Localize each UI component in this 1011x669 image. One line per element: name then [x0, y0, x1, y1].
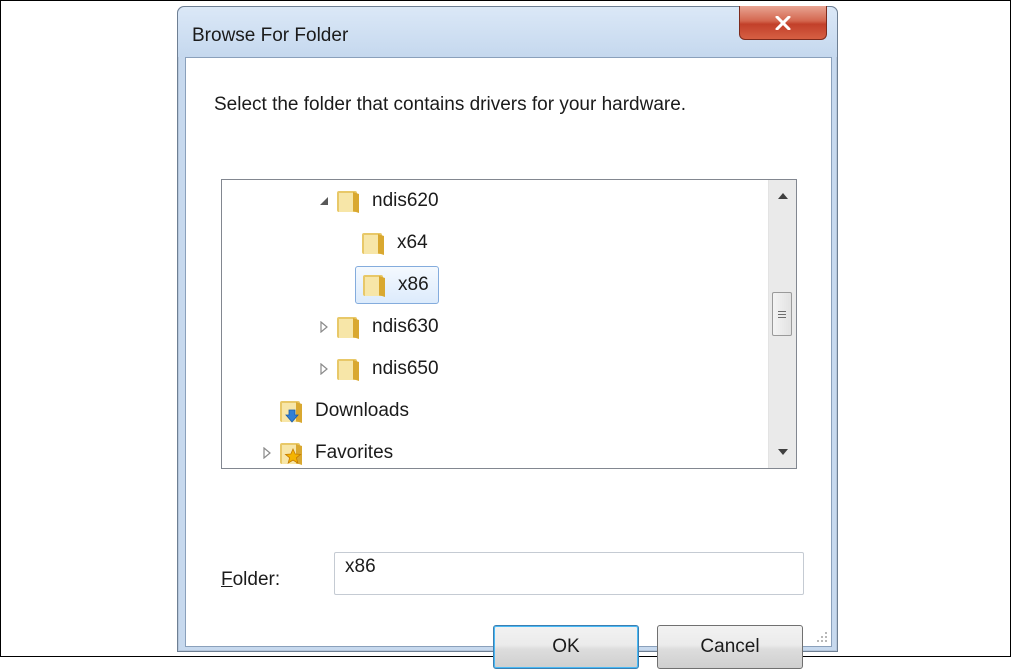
- ok-button[interactable]: OK: [493, 625, 639, 669]
- scroll-up-arrow-icon: [777, 193, 788, 199]
- folder-icon: [337, 317, 359, 339]
- folder-icon: [363, 275, 385, 297]
- collapsed-triangle-icon[interactable]: [317, 320, 331, 334]
- vertical-scrollbar[interactable]: [768, 180, 796, 468]
- window-title: Browse For Folder: [192, 25, 349, 46]
- folder-label-text: older:: [232, 569, 281, 590]
- tree-item-favorites[interactable]: Favorites: [260, 433, 396, 468]
- folder-icon: [362, 233, 384, 255]
- resize-grip-icon[interactable]: [816, 631, 828, 643]
- scroll-thumb[interactable]: [772, 292, 792, 336]
- scroll-grip-icon: [778, 313, 786, 315]
- tree-item-ndis650[interactable]: ndis650: [317, 349, 442, 389]
- folder-tree[interactable]: ndis620 x64 x86 ndis630 ndis650 Download…: [221, 179, 797, 469]
- folder-input[interactable]: [334, 552, 804, 595]
- folder-label: Folder:: [221, 569, 280, 591]
- scroll-down-arrow-icon: [777, 449, 788, 455]
- favorites-folder-icon: [280, 443, 302, 465]
- tree-item-label: x64: [397, 232, 428, 253]
- folder-label-accelerator: F: [221, 569, 233, 590]
- tree-item-label: x86: [398, 274, 429, 295]
- tree-item-x64[interactable]: x64: [360, 223, 431, 263]
- folder-icon: [337, 191, 359, 213]
- close-button[interactable]: [739, 6, 827, 40]
- scroll-down-button[interactable]: [769, 439, 796, 465]
- selection-highlight: x86: [355, 266, 439, 304]
- tree-item-ndis620[interactable]: ndis620: [317, 181, 442, 221]
- browse-for-folder-dialog: Browse For Folder Select the folder that…: [177, 6, 838, 669]
- title-bar[interactable]: Browse For Folder: [178, 6, 837, 57]
- cancel-button[interactable]: Cancel: [657, 625, 803, 669]
- collapsed-triangle-icon[interactable]: [260, 446, 274, 460]
- tree-item-label: Downloads: [315, 400, 409, 421]
- expanded-triangle-icon[interactable]: [317, 194, 331, 208]
- tree-item-x86[interactable]: x86: [355, 265, 439, 305]
- tree-item-label: ndis630: [372, 316, 439, 337]
- tree-item-downloads[interactable]: Downloads: [278, 391, 412, 431]
- tree-item-label: ndis620: [372, 190, 439, 211]
- scroll-up-button[interactable]: [769, 183, 796, 209]
- tree-item-label: Favorites: [315, 442, 394, 463]
- tree-item-ndis630[interactable]: ndis630: [317, 307, 442, 347]
- instruction-text: Select the folder that contains drivers …: [214, 94, 687, 115]
- tree-item-label: ndis650: [372, 358, 439, 379]
- dialog-body: Select the folder that contains drivers …: [185, 57, 832, 669]
- collapsed-triangle-icon[interactable]: [317, 362, 331, 376]
- folder-icon: [337, 359, 359, 381]
- downloads-folder-icon: [280, 401, 302, 423]
- close-x-icon: [775, 15, 791, 30]
